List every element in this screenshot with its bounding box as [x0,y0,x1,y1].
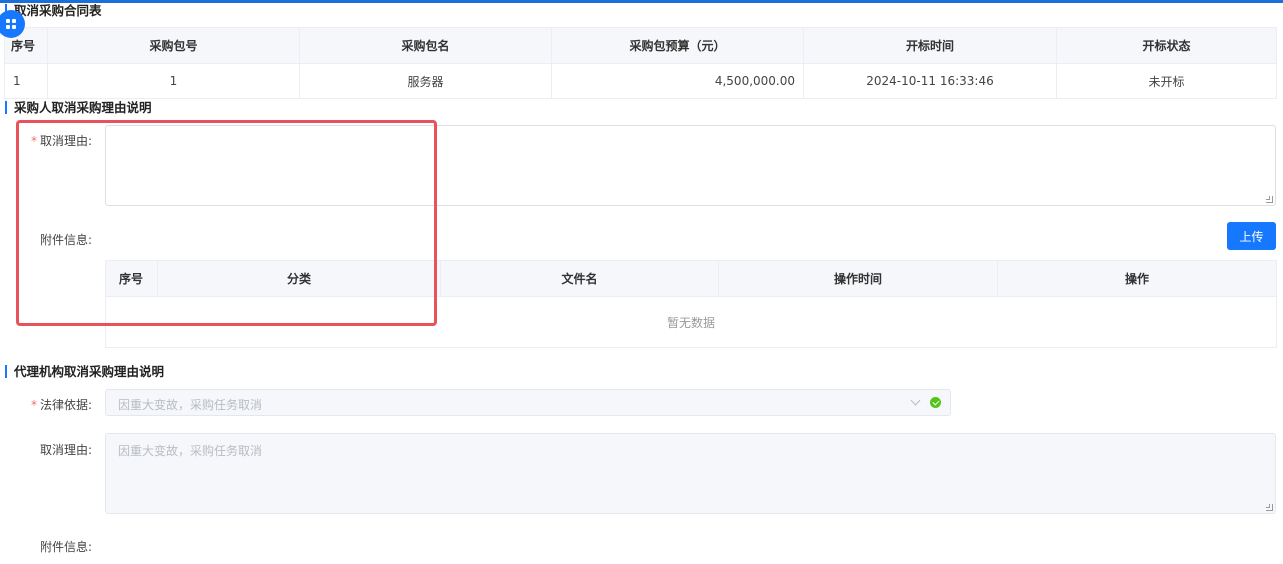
col-header-actions: 操作 [997,260,1277,297]
cell-bid-status: 未开标 [1056,63,1277,99]
check-circle-icon [930,397,941,408]
col-header-bid-status: 开标状态 [1056,27,1277,64]
section-title-agency: 代理机构取消采购理由说明 [5,365,164,378]
resize-handle-icon[interactable] [1266,196,1273,203]
top-accent-bar [0,0,1283,3]
empty-text: 暂无数据 [105,296,1277,348]
col-header-package-name: 采购包名 [299,27,552,64]
resize-handle-icon[interactable] [1266,504,1273,511]
cell-index: 1 [4,63,48,99]
empty-row: 暂无数据 [105,296,1277,348]
col-header-index: 序号 [105,260,158,297]
contract-table-header: 序号 采购包号 采购包名 采购包预算（元） 开标时间 开标状态 [4,27,1277,64]
contract-table: 序号 采购包号 采购包名 采购包预算（元） 开标时间 开标状态 1 1 服务器 … [4,27,1277,99]
agency-reason-placeholder: 因重大变故，采购任务取消 [118,444,263,458]
agency-reason-textarea[interactable]: 因重大变故，采购任务取消 [105,433,1276,514]
agency-attachment-label: 附件信息: [39,540,92,554]
col-header-package-no: 采购包号 [47,27,300,64]
col-header-bid-time: 开标时间 [803,27,1057,64]
col-header-category: 分类 [157,260,441,297]
cell-budget: 4,500,000.00 [551,63,804,99]
required-mark: * [30,134,37,148]
col-header-budget: 采购包预算（元） [551,27,804,64]
col-header-filename: 文件名 [440,260,719,297]
cell-package-name: 服务器 [299,63,552,99]
buyer-reason-label: * 取消理由: [30,134,92,148]
buyer-attachment-label: 附件信息: [39,233,92,247]
chevron-down-icon [910,395,921,406]
legal-basis-select[interactable]: 因重大变故，采购任务取消 [105,389,951,416]
col-header-op-time: 操作时间 [718,260,998,297]
agency-reason-label: 取消理由: [39,443,92,457]
legal-basis-label: * 法律依据: [30,398,92,412]
attachment-table-header: 序号 分类 文件名 操作时间 操作 [105,260,1277,297]
buyer-reason-textarea[interactable] [105,125,1276,206]
grid-icon [6,19,16,29]
upload-button[interactable]: 上传 [1227,222,1276,250]
section-title-buyer: 采购人取消采购理由说明 [5,101,152,114]
required-mark: * [30,398,37,412]
attachment-table: 序号 分类 文件名 操作时间 操作 暂无数据 [105,260,1277,348]
cell-bid-time: 2024-10-11 16:33:46 [803,63,1057,99]
legal-basis-value: 因重大变故，采购任务取消 [118,398,263,412]
table-row: 1 1 服务器 4,500,000.00 2024-10-11 16:33:46… [4,63,1277,99]
cell-package-no: 1 [47,63,300,99]
